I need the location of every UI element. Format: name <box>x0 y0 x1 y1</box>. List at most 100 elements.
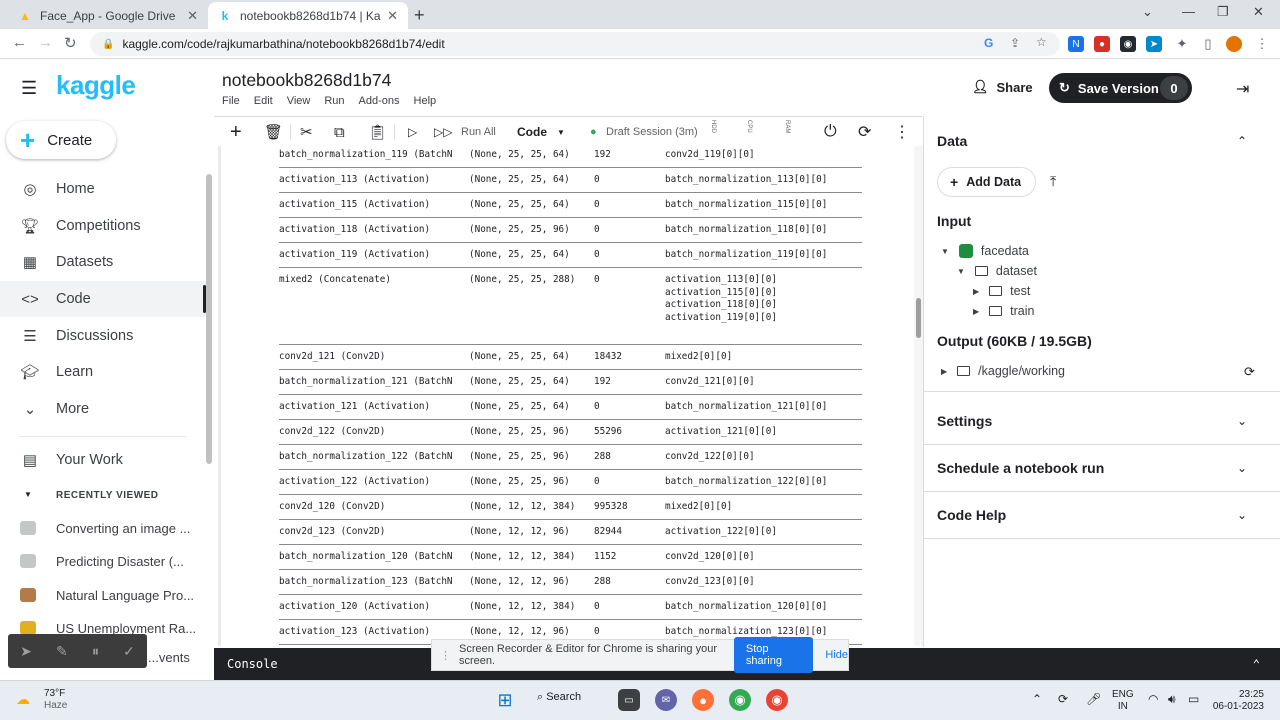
sidebar-item-code[interactable]: <> Code <box>0 281 206 317</box>
expand-arrow-icon[interactable]: ▼ <box>941 247 949 256</box>
chevron-down-icon[interactable]: ⌄ <box>1237 461 1247 475</box>
language-indicator[interactable]: ENG IN <box>1112 689 1134 713</box>
close-window-icon[interactable]: ✕ <box>1253 4 1264 20</box>
chevron-down-icon[interactable]: ⌄ <box>1237 508 1247 522</box>
settings-heading[interactable]: Settings <box>937 413 992 429</box>
extensions-puzzle-icon[interactable]: ✦ <box>1174 36 1190 52</box>
forward-icon[interactable]: → <box>38 34 53 51</box>
expand-console-icon[interactable]: ⌃ <box>1253 657 1260 671</box>
profile-avatar[interactable] <box>1226 36 1242 52</box>
recent-item[interactable]: Converting an image ... <box>20 516 210 540</box>
menu-view[interactable]: View <box>287 95 311 107</box>
check-icon[interactable]: ✓ <box>123 643 135 660</box>
tree-item-facedata[interactable]: ▼ facedata <box>941 244 1029 258</box>
microphone-icon[interactable]: 🎤︎ <box>1086 693 1101 705</box>
url-field[interactable]: 🔒 kaggle.com/code/rajkumarbathina/notebo… <box>90 32 1060 56</box>
task-view-icon[interactable]: ▭ <box>618 689 640 711</box>
close-tab-icon[interactable]: ✕ <box>387 8 398 24</box>
menu-file[interactable]: File <box>222 95 240 107</box>
refresh-icon[interactable]: ⟳ <box>1244 364 1255 380</box>
save-version-button[interactable]: ↻ Save Version 0 <box>1049 73 1192 103</box>
new-tab-icon[interactable]: + <box>414 5 425 26</box>
recent-item[interactable]: ...vents <box>148 645 208 669</box>
delete-icon[interactable]: 🗑︎ <box>264 120 283 144</box>
run-all-label[interactable]: Run All <box>461 120 496 144</box>
share-button[interactable]: 👤︎ Share <box>972 79 1033 95</box>
cell-type-select[interactable]: Code ▼ <box>517 120 565 144</box>
battery-icon[interactable]: ▭ <box>1188 693 1199 705</box>
sidebar-item-home[interactable]: ◎ Home <box>0 171 206 207</box>
pointer-icon[interactable]: ➤ <box>20 643 32 660</box>
session-label[interactable]: Draft Session (3m) <box>606 120 698 144</box>
tray-overflow-icon[interactable]: ⌃ <box>1032 693 1042 705</box>
schedule-heading[interactable]: Schedule a notebook run <box>937 460 1104 476</box>
code-help-heading[interactable]: Code Help <box>937 507 1006 523</box>
telegram-icon[interactable]: ➤ <box>1146 36 1162 52</box>
menu-edit[interactable]: Edit <box>254 95 273 107</box>
browser-menu-icon[interactable]: ⋮ <box>1254 36 1270 52</box>
sync-icon[interactable]: ⟳ <box>1058 693 1068 705</box>
recent-item[interactable]: Natural Language Pro... <box>20 583 210 607</box>
bookmark-star-icon[interactable]: ☆ <box>1036 35 1047 49</box>
github-icon[interactable]: ◉ <box>1120 36 1136 52</box>
hamburger-menu-icon[interactable]: ☰ <box>21 78 37 99</box>
collapse-arrow-icon[interactable]: ▼ <box>24 490 32 499</box>
stop-sharing-button[interactable]: Stop sharing <box>733 637 814 673</box>
output-scrollbar[interactable] <box>916 298 921 338</box>
tab-search-icon[interactable]: ⌄ <box>1142 4 1153 20</box>
tree-item-train[interactable]: ▶ train <box>973 304 1034 318</box>
google-translate-icon[interactable]: G <box>984 36 993 50</box>
firefox-icon[interactable]: ● <box>692 689 714 711</box>
tree-item-dataset[interactable]: ▼ dataset <box>957 264 1037 278</box>
chevron-down-icon[interactable]: ⌄ <box>1237 414 1247 428</box>
copy-icon[interactable]: ⧉ <box>334 120 345 144</box>
chrome-profile-icon[interactable]: ◉ <box>766 689 788 711</box>
minimize-icon[interactable]: — <box>1182 4 1195 19</box>
side-panel-icon[interactable]: ▯ <box>1200 36 1216 52</box>
sidebar-item-learn[interactable]: 🎓︎ Learn <box>0 354 206 390</box>
run-cell-icon[interactable]: ▷ <box>408 120 417 144</box>
extension-recorder-icon[interactable]: ● <box>1094 36 1110 52</box>
pause-icon[interactable]: ⏸ <box>92 643 99 660</box>
upload-icon[interactable]: ⤒ <box>1050 173 1056 190</box>
cut-icon[interactable]: ✂ <box>300 120 313 144</box>
expand-arrow-icon[interactable]: ▶ <box>941 367 947 376</box>
close-tab-icon[interactable]: ✕ <box>187 8 198 24</box>
sidebar-item-your-work[interactable]: ▤ Your Work <box>0 442 206 478</box>
pen-icon[interactable]: ✎ <box>56 643 68 660</box>
chevron-up-icon[interactable]: ⌃ <box>1237 134 1247 148</box>
sidebar-item-competitions[interactable]: 🏆︎ Competitions <box>0 208 206 244</box>
weather-widget[interactable]: 73°F Haze <box>44 688 67 712</box>
paste-icon[interactable]: 📋︎ <box>368 120 387 144</box>
back-icon[interactable]: ← <box>12 34 27 51</box>
expand-arrow-icon[interactable]: ▶ <box>973 287 979 296</box>
expand-arrow-icon[interactable]: ▼ <box>957 267 965 276</box>
chrome-icon[interactable]: ◉ <box>729 689 751 711</box>
add-data-button[interactable]: + Add Data <box>937 167 1036 197</box>
sidebar-item-datasets[interactable]: ▦ Datasets <box>0 244 206 280</box>
tree-item-kaggle-working[interactable]: ▶ /kaggle/working <box>941 364 1065 378</box>
tree-item-test[interactable]: ▶ test <box>973 284 1030 298</box>
recent-item[interactable]: Predicting Disaster (... <box>20 549 210 573</box>
hide-button[interactable]: Hide <box>825 649 848 661</box>
restart-icon[interactable]: ⟳ <box>858 120 871 144</box>
notebook-title[interactable]: notebookb8268d1b74 <box>222 70 391 91</box>
menu-help[interactable]: Help <box>414 95 437 107</box>
wifi-icon[interactable]: ◠ <box>1148 693 1158 705</box>
browser-tab-kaggle[interactable]: k notebookb8268d1b74 | Kaggle ✕ <box>208 2 408 29</box>
collapse-panel-icon[interactable]: ⇥ <box>1236 79 1249 99</box>
windows-start-icon[interactable]: ⊞ <box>494 689 516 711</box>
create-button[interactable]: + Create <box>6 121 116 159</box>
extension-n-icon[interactable]: N <box>1068 36 1084 52</box>
sidebar-scrollbar[interactable] <box>206 174 212 464</box>
reload-icon[interactable]: ↻ <box>64 34 77 52</box>
run-all-icon[interactable]: ▷▷ <box>434 120 452 144</box>
maximize-icon[interactable]: ❐ <box>1217 4 1229 20</box>
sidebar-item-more[interactable]: ⌄ More <box>0 391 206 427</box>
volume-icon[interactable]: 🔊︎ <box>1168 693 1176 705</box>
kaggle-logo[interactable]: kaggle <box>56 70 136 101</box>
power-icon[interactable]: ⏻ <box>824 120 837 144</box>
browser-tab-drive[interactable]: ▲ Face_App - Google Drive ✕ <box>8 2 208 29</box>
teams-chat-icon[interactable]: ✉ <box>655 689 677 711</box>
taskbar-search[interactable]: ⌕ Search <box>537 691 581 704</box>
